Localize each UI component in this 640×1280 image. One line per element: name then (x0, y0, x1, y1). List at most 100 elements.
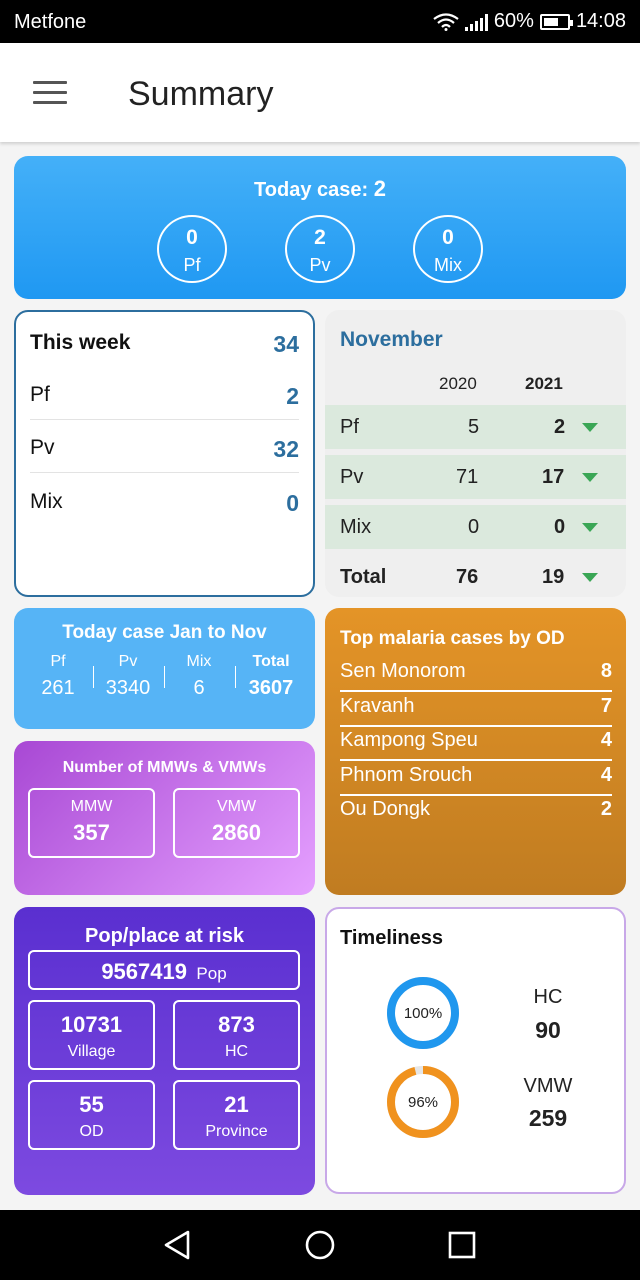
menu-icon[interactable] (33, 81, 67, 105)
divider (30, 472, 299, 473)
today-case-title: Today case: 2 (14, 176, 626, 202)
status-bar: Metfone 60% 14:08 (0, 0, 640, 43)
village-label: Village (67, 1043, 116, 1060)
province-box: 21 Province (173, 1080, 300, 1150)
top-od-item[interactable]: Phnom Srouch 4 (340, 764, 612, 798)
down-triangle-icon (582, 573, 598, 582)
risk-title: Pop/place at risk (85, 925, 244, 947)
week-pf-value: 2 (286, 383, 299, 409)
od-count: 7 (600, 695, 612, 717)
wifi-icon (433, 12, 459, 31)
month-total-label: Total (340, 566, 387, 588)
jan-nov-pv: Pv 3340 (102, 653, 154, 700)
month-comparison-card[interactable]: November 2020 2021 Pf 5 2 Pv 71 17 Mix 0… (325, 310, 626, 597)
down-triangle-icon (582, 523, 598, 532)
week-header: This week 34 (30, 331, 299, 357)
divider (340, 794, 612, 796)
hc-timeliness-label: HC (533, 986, 563, 1008)
year-curr-header: 2021 (525, 374, 563, 393)
today-mix-circle: 0 Mix (413, 215, 483, 283)
today-pv-circle: 2 Pv (285, 215, 355, 283)
today-case-total: 2 (373, 176, 386, 201)
od-name: Kravanh (340, 695, 415, 717)
hc-timeliness-percent: 100% (403, 1005, 443, 1022)
month-total-prev: 76 (456, 566, 479, 588)
down-triangle-icon (582, 423, 598, 432)
month-row-pf: Pf 5 2 (325, 405, 626, 449)
month-mix-prev: 0 (468, 516, 480, 538)
month-pv-label: Pv (340, 466, 364, 488)
today-case-label: Today case: (254, 179, 369, 201)
workers-card[interactable]: Number of MMWs & VMWs MMW 357 VMW 2860 (14, 741, 315, 895)
week-mix-label: Mix (30, 490, 63, 513)
month-pf-prev: 5 (468, 416, 480, 438)
od-count: 4 (600, 764, 612, 786)
battery-icon (539, 13, 573, 30)
vmw-label: VMW (216, 798, 257, 815)
month-row-pv: Pv 71 17 (325, 455, 626, 499)
divider (340, 690, 612, 692)
jan-to-nov-card[interactable]: Today case Jan to Nov Pf 261 Pv 3340 Mix… (14, 608, 315, 729)
divider (235, 666, 236, 688)
jan-nov-title: Today case Jan to Nov (62, 622, 267, 643)
jan-nov-mix-label: Mix (186, 653, 212, 670)
clock: 14:08 (575, 10, 626, 32)
jan-nov-pf: Pf 261 (36, 653, 80, 700)
today-mix-value: 0 (442, 226, 454, 249)
risk-card[interactable]: Pop/place at risk 9567419 Pop 10731 Vill… (14, 907, 315, 1195)
this-week-card[interactable]: This week 34 Pf 2 Pv 32 Mix 0 (14, 310, 315, 597)
top-od-item[interactable]: Ou Dongk 2 (340, 798, 612, 832)
today-pf-label: Pf (183, 255, 201, 275)
week-pv-label: Pv (30, 436, 55, 459)
battery-percent: 60% (493, 10, 534, 32)
down-triangle-icon (582, 473, 598, 482)
top-od-item[interactable]: Sen Monorom 8 (340, 660, 612, 694)
home-icon[interactable] (303, 1228, 337, 1262)
vmw-value: 2860 (212, 820, 261, 845)
jan-nov-total: Total 3607 (242, 653, 300, 700)
jan-nov-total-value: 3607 (248, 677, 294, 699)
back-icon[interactable] (160, 1228, 194, 1262)
month-title: November (340, 328, 443, 351)
month-pf-label: Pf (340, 416, 359, 438)
od-count: 4 (600, 729, 612, 751)
vmw-timeliness-percent: 96% (407, 1094, 439, 1111)
divider (93, 666, 94, 688)
od-name: Kampong Speu (340, 729, 478, 751)
today-pf-circle: 0 Pf (157, 215, 227, 283)
hc-label: HC (224, 1043, 249, 1060)
page-title: Summary (128, 75, 274, 113)
today-case-card: Today case: 2 0 Pf 2 Pv 0 Mix (14, 156, 626, 299)
week-row-mix: Mix 0 (30, 490, 299, 516)
jan-nov-pf-label: Pf (50, 653, 66, 670)
top-od-item[interactable]: Kampong Speu 4 (340, 729, 612, 763)
hc-timeliness-value: 90 (535, 1017, 561, 1043)
province-value: 21 (224, 1092, 249, 1117)
od-name: Sen Monorom (340, 660, 466, 682)
timeliness-title: Timeliness (340, 927, 444, 949)
timeliness-card[interactable]: Timeliness 100% HC 90 96% VMW 259 (325, 907, 626, 1194)
vmw-timeliness-value: 259 (528, 1105, 568, 1131)
province-label: Province (205, 1123, 268, 1140)
divider (340, 725, 612, 727)
jan-nov-mix: Mix 6 (177, 653, 221, 700)
month-pv-prev: 71 (456, 466, 479, 488)
jan-nov-pv-value: 3340 (105, 677, 151, 699)
week-row-pf: Pf 2 (30, 383, 299, 409)
jan-nov-total-label: Total (252, 653, 290, 670)
jan-nov-mix-value: 6 (193, 677, 205, 699)
week-pf-label: Pf (30, 383, 50, 406)
month-pf-curr: 2 (554, 416, 566, 438)
divider (340, 759, 612, 761)
pop-box: 9567419 Pop (28, 950, 300, 990)
village-box: 10731 Village (28, 1000, 155, 1070)
recents-icon[interactable] (445, 1228, 479, 1262)
top-od-title: Top malaria cases by OD (340, 628, 565, 649)
week-title: This week (30, 331, 131, 354)
today-mix-label: Mix (434, 255, 462, 275)
top-od-card[interactable]: Top malaria cases by OD Sen Monorom 8 Kr… (325, 608, 626, 895)
top-od-item[interactable]: Kravanh 7 (340, 695, 612, 729)
carrier-name: Metfone (14, 11, 87, 33)
hc-value: 873 (218, 1012, 255, 1037)
month-row-mix: Mix 0 0 (325, 505, 626, 549)
